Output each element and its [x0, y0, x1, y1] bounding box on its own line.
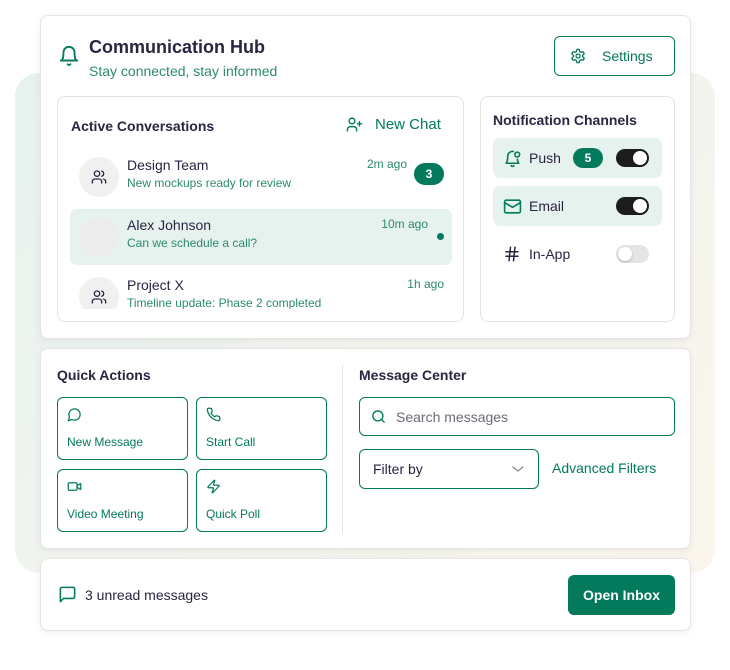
- channel-label: Email: [529, 198, 565, 214]
- zap-icon: [207, 479, 220, 494]
- hash-icon: [505, 246, 519, 262]
- conversation-preview: New mockups ready for review: [127, 176, 292, 190]
- users-icon: [91, 290, 107, 304]
- bell-dot-icon: [504, 150, 520, 167]
- settings-button[interactable]: Settings: [554, 36, 675, 76]
- quick-poll-button[interactable]: Quick Poll: [196, 469, 327, 532]
- avatar: [79, 217, 119, 257]
- notification-channels-panel: Notification Channels Push 5 Email In-Ap…: [480, 96, 675, 322]
- channel-in-app: In-App: [493, 234, 662, 274]
- page-title: Communication Hub: [89, 37, 265, 57]
- start-call-button[interactable]: Start Call: [196, 397, 327, 460]
- video-icon: [67, 482, 82, 491]
- conversation-item[interactable]: Alex Johnson Can we schedule a call? 10m…: [70, 209, 452, 265]
- conversation-name: Design Team: [127, 157, 209, 173]
- search-field[interactable]: [359, 397, 675, 436]
- conversation-time: 10m ago: [381, 217, 428, 231]
- conversation-preview: Timeline update: Phase 2 completed: [127, 296, 322, 309]
- conversation-item[interactable]: Project X Timeline update: Phase 2 compl…: [70, 269, 452, 309]
- email-toggle[interactable]: [616, 197, 649, 215]
- toggle-knob: [633, 151, 647, 165]
- settings-label: Settings: [602, 48, 653, 64]
- search-input[interactable]: [396, 408, 656, 425]
- unread-badge: 3: [414, 163, 444, 185]
- push-count-badge: 5: [572, 148, 603, 168]
- active-conversations-panel: Active Conversations New Chat Design Tea…: [57, 96, 464, 322]
- inbox-footer-card: 3 unread messages Open Inbox: [40, 558, 691, 631]
- message-center-title: Message Center: [359, 367, 467, 383]
- in-app-toggle[interactable]: [616, 245, 649, 263]
- conversation-preview: Can we schedule a call?: [127, 236, 258, 250]
- conversation-name: Alex Johnson: [127, 217, 212, 233]
- toggle-knob: [633, 199, 647, 213]
- quick-actions-title: Quick Actions: [57, 367, 151, 383]
- video-meeting-button[interactable]: Video Meeting: [57, 469, 188, 532]
- bell-icon: [59, 46, 79, 66]
- action-label: New Message: [67, 435, 144, 449]
- chevron-down-icon: [512, 466, 524, 472]
- channel-push: Push 5: [493, 138, 662, 178]
- actions-card: Quick Actions New Message Start Call Vid…: [40, 348, 691, 549]
- unread-count-text: 3 unread messages: [85, 587, 208, 603]
- mail-icon: [503, 198, 521, 214]
- action-label: Quick Poll: [206, 507, 261, 521]
- filter-select[interactable]: Filter by: [359, 449, 539, 489]
- avatar: [79, 277, 119, 309]
- conversation-time: 2m ago: [366, 157, 407, 171]
- section-divider: [342, 365, 343, 533]
- gear-icon: [571, 48, 585, 64]
- push-toggle[interactable]: [616, 149, 649, 167]
- phone-icon: [206, 407, 221, 422]
- action-label: Video Meeting: [67, 507, 144, 521]
- channel-label: Push: [529, 150, 561, 166]
- message-square-icon: [59, 586, 76, 603]
- conversations-title: Active Conversations: [71, 118, 215, 134]
- user-plus-icon: [346, 117, 363, 132]
- online-indicator: [437, 233, 444, 240]
- advanced-filters-link[interactable]: Advanced Filters: [552, 460, 656, 476]
- avatar: [79, 157, 119, 197]
- open-inbox-button[interactable]: Open Inbox: [568, 575, 675, 615]
- conversation-list[interactable]: Design Team New mockups ready for review…: [70, 149, 452, 309]
- filter-selected-value: Filter by: [373, 461, 423, 477]
- page-subtitle: Stay connected, stay informed: [89, 63, 278, 79]
- users-icon: [91, 170, 107, 184]
- action-label: Start Call: [206, 435, 256, 449]
- channel-email: Email: [493, 186, 662, 226]
- conversation-name: Project X: [127, 277, 184, 293]
- search-icon: [372, 410, 385, 423]
- notification-title: Notification Channels: [493, 112, 637, 128]
- toggle-knob: [618, 247, 632, 261]
- new-chat-label: New Chat: [375, 116, 441, 133]
- message-circle-icon: [67, 408, 81, 422]
- channel-label: In-App: [529, 246, 571, 262]
- new-chat-button[interactable]: New Chat: [346, 116, 441, 133]
- hub-card: Communication Hub Stay connected, stay i…: [40, 15, 691, 339]
- new-message-button[interactable]: New Message: [57, 397, 188, 460]
- conversation-item[interactable]: Design Team New mockups ready for review…: [70, 149, 452, 205]
- conversation-time: 1h ago: [407, 277, 444, 291]
